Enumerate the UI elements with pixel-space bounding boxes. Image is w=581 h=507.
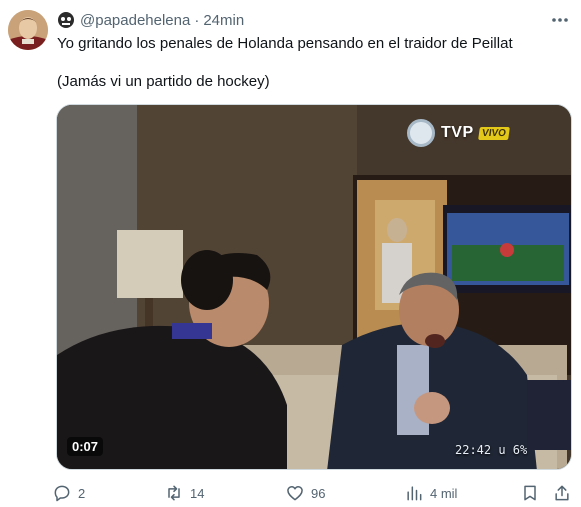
separator-dot: · bbox=[194, 11, 200, 29]
tweet-actions: 2 14 96 4 mil bbox=[52, 482, 577, 504]
video-duration: 0:07 bbox=[67, 437, 104, 456]
tweet-text-line-1: Yo gritando los penales de Holanda pensa… bbox=[57, 35, 513, 52]
avatar-portrait-icon bbox=[8, 10, 48, 50]
video-player[interactable]: TVP VIVO 22:42 u 6% 0:07 bbox=[56, 104, 572, 470]
bookmark-button[interactable] bbox=[520, 482, 540, 504]
repost-button[interactable]: 14 bbox=[164, 482, 204, 504]
repost-count: 14 bbox=[190, 485, 205, 501]
share-icon bbox=[555, 485, 569, 501]
broadcaster-name: TVP bbox=[441, 124, 474, 141]
views-button[interactable]: 4 mil bbox=[404, 482, 457, 504]
avatar[interactable] bbox=[8, 10, 48, 50]
reply-icon bbox=[54, 485, 70, 502]
bookmark-icon bbox=[524, 485, 536, 501]
like-count: 96 bbox=[311, 485, 326, 501]
post-time[interactable]: 24min bbox=[203, 12, 244, 29]
on-screen-timestamp: 22:42 u 6% bbox=[455, 443, 528, 457]
reply-button[interactable]: 2 bbox=[52, 482, 85, 504]
video-frame-image bbox=[57, 105, 571, 469]
tweet-header: @papadehelena · 24min bbox=[57, 10, 244, 30]
like-button[interactable]: 96 bbox=[285, 482, 325, 504]
user-handle[interactable]: @papadehelena bbox=[80, 12, 190, 29]
tweet-card[interactable]: @papadehelena · 24min Yo gritando los pe… bbox=[0, 0, 581, 507]
repost-icon bbox=[168, 485, 180, 501]
heart-icon bbox=[287, 486, 303, 501]
live-badge: VIVO bbox=[477, 126, 510, 140]
reply-count: 2 bbox=[78, 485, 86, 501]
more-horizontal-icon[interactable] bbox=[549, 10, 571, 30]
broadcaster-logo: TVP VIVO bbox=[407, 119, 510, 147]
tweet-text-line-2: (Jamás vi un partido de hockey) bbox=[57, 73, 270, 90]
tvp-emblem-icon bbox=[407, 119, 435, 147]
ghost-emoji-icon bbox=[58, 12, 74, 28]
share-button[interactable] bbox=[552, 482, 572, 504]
views-chart-icon bbox=[407, 486, 422, 501]
views-count: 4 mil bbox=[430, 485, 458, 501]
